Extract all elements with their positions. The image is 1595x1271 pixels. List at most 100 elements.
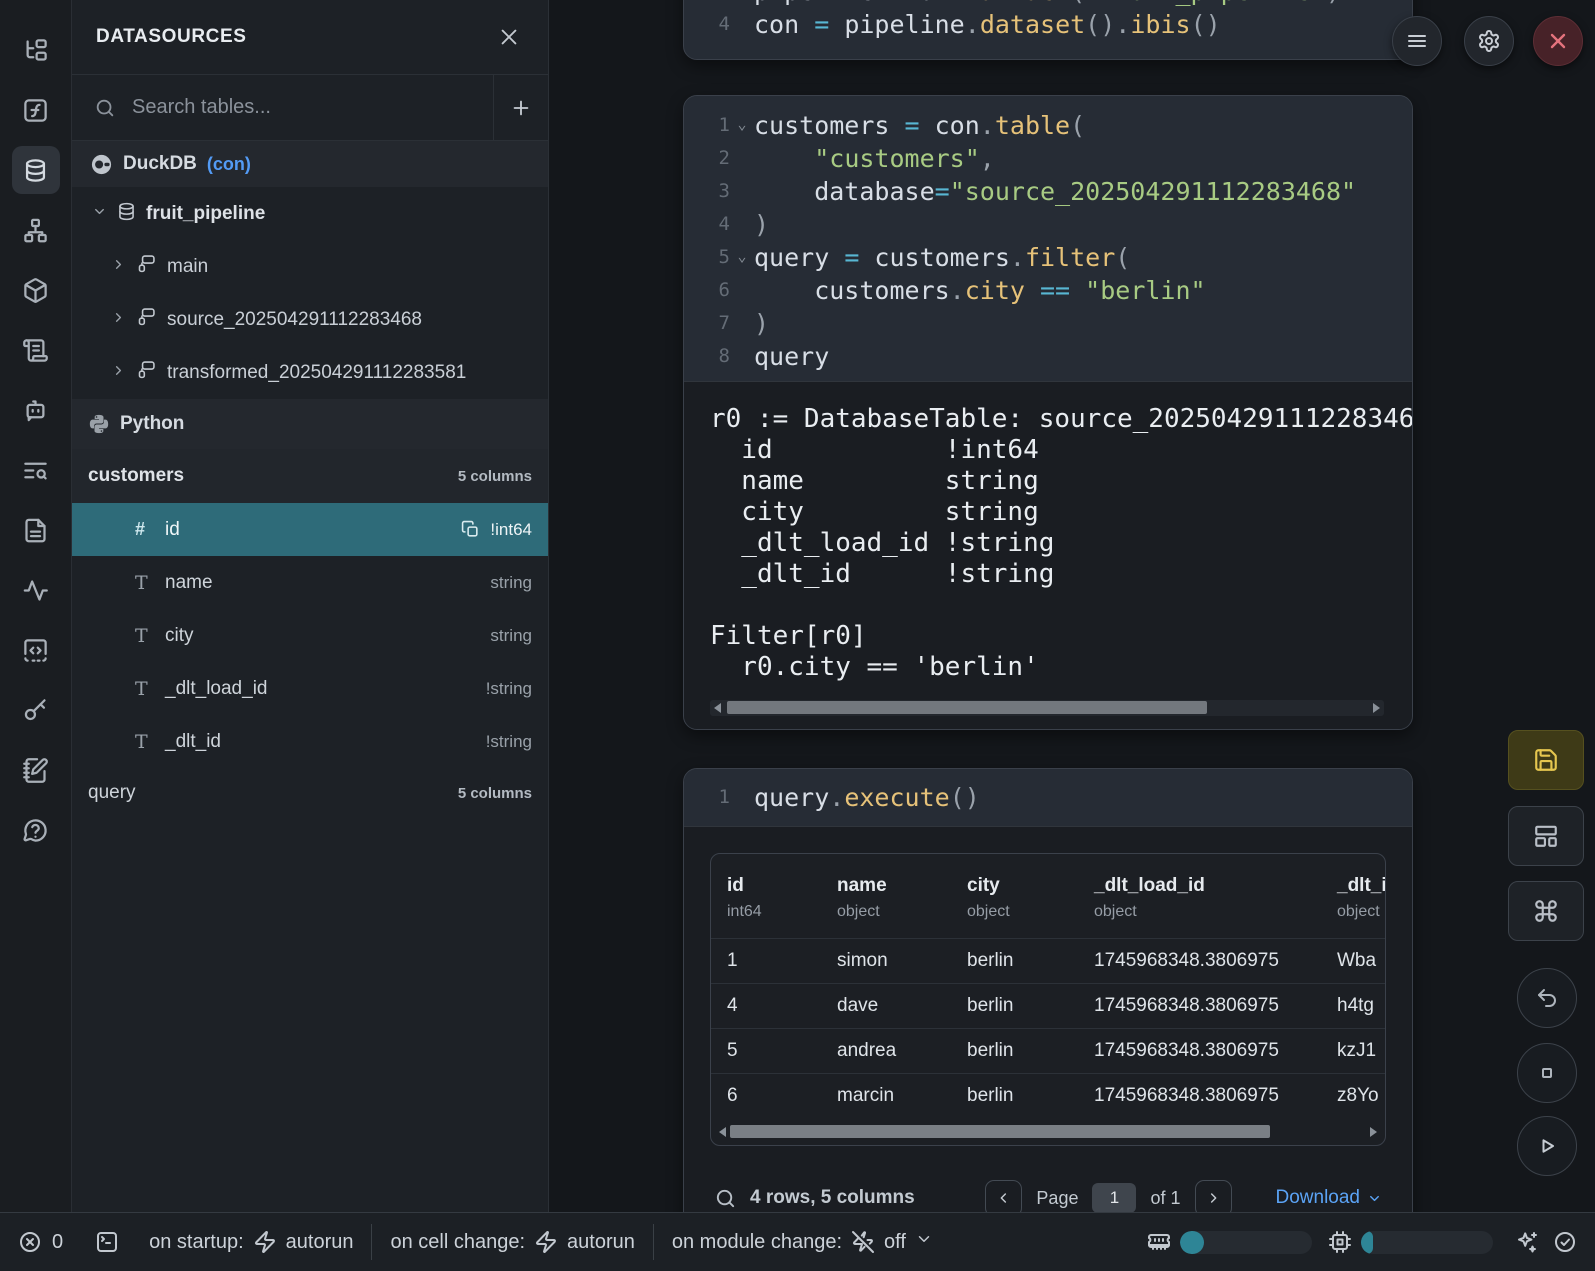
- terminal-button[interactable]: [95, 1230, 119, 1254]
- table-cell: berlin: [951, 1074, 1078, 1119]
- copy-icon[interactable]: [461, 520, 480, 539]
- column-header-_dlt_load_id[interactable]: _dlt_load_idobject: [1078, 854, 1321, 939]
- page-number[interactable]: 1: [1092, 1183, 1136, 1213]
- next-page-button[interactable]: [1195, 1180, 1232, 1217]
- table-cell: 5: [711, 1029, 821, 1074]
- code-cell-1[interactable]: 3pipeline = dlt.attach("fruit_pipeline")…: [683, 0, 1413, 60]
- column-header-name[interactable]: nameobject: [821, 854, 951, 939]
- line-number: 8: [704, 340, 730, 373]
- column-name: id: [165, 519, 180, 541]
- layout-button[interactable]: [1508, 806, 1584, 866]
- scroll-text-icon[interactable]: [12, 326, 60, 374]
- database-icon[interactable]: [12, 146, 60, 194]
- column-header-_dlt_id[interactable]: _dlt_idobject: [1321, 854, 1385, 939]
- on-startup-setting[interactable]: on startup: autorun: [149, 1230, 353, 1254]
- code-line: 8query: [704, 340, 1396, 373]
- on-module-change-setting[interactable]: on module change: off: [672, 1230, 933, 1254]
- search-rows-icon[interactable]: [714, 1187, 737, 1210]
- help-circle-icon[interactable]: [12, 806, 60, 854]
- code-line: 4con = pipeline.dataset().ibis(): [704, 8, 1396, 41]
- check-circle-icon: [1553, 1230, 1577, 1254]
- line-number: 6: [704, 274, 730, 307]
- run-button[interactable]: [1517, 1116, 1577, 1176]
- horizontal-scrollbar[interactable]: [710, 700, 1384, 716]
- table-row[interactable]: 1simonberlin1745968348.3806975Wba: [711, 939, 1385, 984]
- errors-indicator[interactable]: 0: [18, 1230, 63, 1254]
- panel-title: DATASOURCES: [96, 26, 247, 48]
- column-row-city[interactable]: Tcitystring: [72, 609, 548, 662]
- table-row[interactable]: 5andreaberlin1745968348.3806975kzJ1: [711, 1029, 1385, 1074]
- add-datasource-button[interactable]: [493, 75, 548, 140]
- cpu-usage: [1328, 1230, 1493, 1254]
- fold-marker[interactable]: ⌄: [730, 241, 754, 272]
- code-cell-3[interactable]: 1query.execute() idint64nameobjectcityob…: [683, 768, 1413, 1271]
- on-cell-change-setting[interactable]: on cell change: autorun: [390, 1230, 634, 1254]
- schema-item-transformed_202504291112283581[interactable]: transformed_202504291112283581: [72, 346, 548, 399]
- code-cell-2[interactable]: 1⌄customers = con.table(2 "customers",3 …: [683, 95, 1413, 730]
- column-dtype: !int64: [490, 520, 532, 540]
- zap-icon: [253, 1230, 277, 1254]
- previous-page-button[interactable]: [985, 1180, 1022, 1217]
- line-number: 3: [704, 175, 730, 208]
- chevron-right-icon[interactable]: [111, 309, 126, 331]
- save-button[interactable]: [1508, 730, 1584, 790]
- key-icon[interactable]: [12, 686, 60, 734]
- code-editor[interactable]: 1⌄customers = con.table(2 "customers",3 …: [684, 96, 1412, 381]
- bot-chat-icon[interactable]: [12, 386, 60, 434]
- column-row-_dlt_id[interactable]: T_dlt_id!string: [72, 715, 548, 768]
- undo-button[interactable]: [1517, 968, 1577, 1028]
- menu-button[interactable]: [1392, 16, 1442, 66]
- line-number: 4: [704, 208, 730, 241]
- horizontal-scrollbar[interactable]: [715, 1124, 1381, 1140]
- table-header-query[interactable]: query 5 columns: [72, 768, 548, 818]
- command-palette-button[interactable]: [1508, 881, 1584, 941]
- chevron-right-icon[interactable]: [111, 362, 126, 384]
- search-input[interactable]: [130, 95, 493, 120]
- code-line: 3pipeline = dlt.attach("fruit_pipeline"): [704, 0, 1396, 8]
- database-fruit-pipeline[interactable]: fruit_pipeline: [72, 187, 548, 240]
- code-line: 7): [704, 307, 1396, 340]
- network-icon[interactable]: [12, 206, 60, 254]
- stop-button[interactable]: [1517, 1043, 1577, 1103]
- file-text-icon[interactable]: [12, 506, 60, 554]
- text-search-icon[interactable]: [12, 446, 60, 494]
- scroll-right-arrow: [1370, 1127, 1377, 1137]
- code-editor[interactable]: 1query.execute(): [684, 769, 1412, 826]
- schema-item-source_202504291112283468[interactable]: source_202504291112283468: [72, 293, 548, 346]
- column-row-name[interactable]: Tnamestring: [72, 556, 548, 609]
- python-section[interactable]: Python: [72, 399, 548, 449]
- column-row-id[interactable]: #id!int64: [72, 503, 548, 556]
- table-cell: 1745968348.3806975: [1078, 939, 1321, 984]
- function-square-icon[interactable]: [12, 86, 60, 134]
- column-header-city[interactable]: cityobject: [951, 854, 1078, 939]
- shutdown-button[interactable]: [1533, 16, 1583, 66]
- download-link[interactable]: Download: [1276, 1187, 1383, 1209]
- connection-duckdb[interactable]: DuckDB (con): [72, 141, 548, 187]
- table-row[interactable]: 4daveberlin1745968348.3806975h4tg: [711, 984, 1385, 1029]
- code-editor[interactable]: 3pipeline = dlt.attach("fruit_pipeline")…: [704, 0, 1396, 41]
- status-bar: 0 on startup: autorun on cell change: au…: [0, 1212, 1595, 1271]
- notebook-pen-icon[interactable]: [12, 746, 60, 794]
- ram-meter: [1180, 1231, 1312, 1254]
- chevron-right-icon[interactable]: [111, 256, 126, 278]
- ai-assistant-button[interactable]: [1515, 1230, 1539, 1254]
- notebook-canvas: 3pipeline = dlt.attach("fruit_pipeline")…: [549, 0, 1595, 1271]
- table-header-customers[interactable]: customers 5 columns: [72, 449, 548, 503]
- connection-status-button[interactable]: [1553, 1230, 1577, 1254]
- datasources-panel: DATASOURCES DuckDB (con) fruit_pipeline …: [72, 0, 549, 1271]
- cpu-meter: [1361, 1231, 1493, 1254]
- file-tree-icon[interactable]: [12, 26, 60, 74]
- table-row[interactable]: 6marcinberlin1745968348.3806975z8Yo: [711, 1074, 1385, 1119]
- code-square-icon[interactable]: [12, 626, 60, 674]
- box-icon[interactable]: [12, 266, 60, 314]
- close-panel-icon[interactable]: [494, 22, 524, 52]
- activity-icon[interactable]: [12, 566, 60, 614]
- column-dtype: !string: [486, 732, 532, 752]
- column-header-id[interactable]: idint64: [711, 854, 821, 939]
- line-number: 7: [704, 307, 730, 340]
- table-cell: kzJ1: [1321, 1029, 1385, 1074]
- settings-button[interactable]: [1464, 16, 1514, 66]
- fold-marker[interactable]: ⌄: [730, 109, 754, 140]
- column-row-_dlt_load_id[interactable]: T_dlt_load_id!string: [72, 662, 548, 715]
- schema-item-main[interactable]: main: [72, 240, 548, 293]
